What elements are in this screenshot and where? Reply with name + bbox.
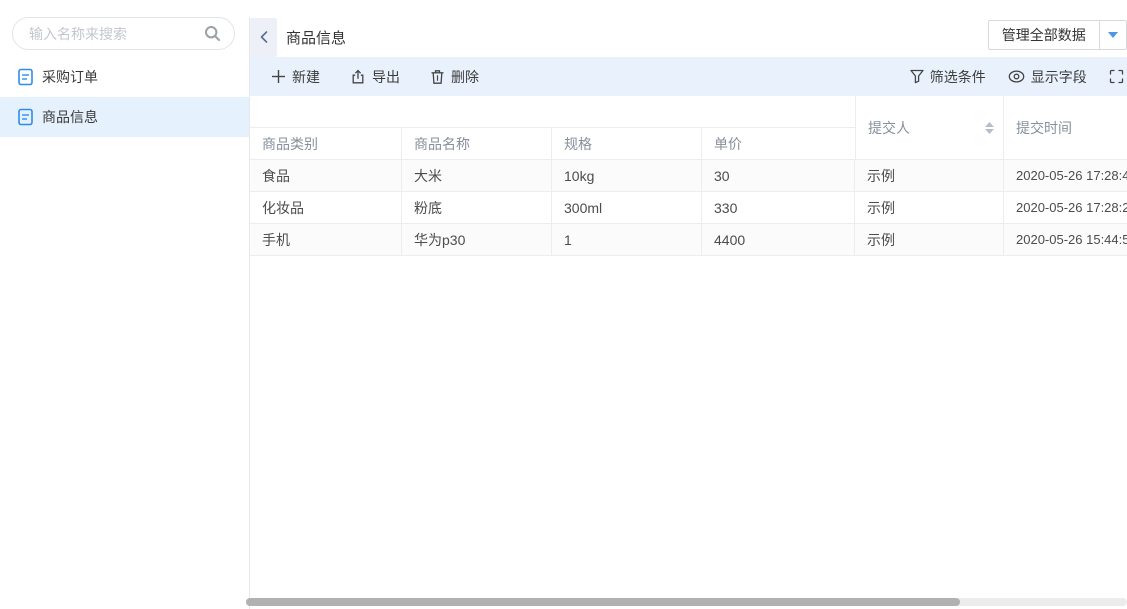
trash-icon (430, 69, 445, 85)
cell-submit-time: 2020-05-26 15:44:59 (1004, 224, 1127, 255)
filter-button-label: 筛选条件 (930, 67, 986, 87)
column-header-category: 商品类别 (250, 127, 402, 160)
cell-submit-time: 2020-05-26 17:28:26 (1004, 192, 1127, 223)
table-row[interactable]: 食品 大米 10kg 30 示例 2020-05-26 17:28:49 (250, 160, 1127, 192)
table-header: 商品类别 商品名称 规格 单价 提交人 提交时间 (250, 96, 1127, 160)
new-button-label: 新建 (292, 67, 320, 87)
page-title: 商品信息 (286, 27, 346, 48)
sidebar-search (12, 17, 235, 50)
column-header-submit-time: 提交时间 (1004, 96, 1127, 160)
cell-price: 330 (702, 192, 855, 223)
column-header-name: 商品名称 (402, 127, 552, 160)
sort-icon[interactable] (985, 122, 994, 134)
fields-button[interactable]: 显示字段 (1008, 67, 1087, 87)
caret-down-icon[interactable] (1099, 21, 1126, 49)
export-button-label: 导出 (372, 67, 400, 87)
toolbar: 新建 导出 删除 筛选条件 显示 (250, 57, 1127, 96)
cell-spec: 1 (552, 224, 702, 255)
cell-spec: 10kg (552, 160, 702, 191)
search-icon[interactable] (203, 24, 222, 43)
export-button[interactable]: 导出 (350, 67, 400, 87)
sidebar-item-label: 采购订单 (42, 67, 98, 87)
cell-submitter: 示例 (855, 192, 1004, 223)
cell-name: 粉底 (402, 192, 552, 223)
cell-category: 化妆品 (250, 192, 402, 223)
table-row[interactable]: 化妆品 粉底 300ml 330 示例 2020-05-26 17:28:26 (250, 192, 1127, 224)
cell-name: 大米 (402, 160, 552, 191)
column-header-spec: 规格 (552, 127, 702, 160)
page-header: 商品信息 管理全部数据 (250, 17, 1127, 57)
file-text-icon (17, 68, 34, 86)
scope-dropdown-label: 管理全部数据 (989, 21, 1099, 49)
cell-price: 4400 (702, 224, 855, 255)
cell-category: 食品 (250, 160, 402, 191)
cell-spec: 300ml (552, 192, 702, 223)
column-header-price: 单价 (702, 127, 855, 160)
new-button[interactable]: 新建 (271, 67, 320, 87)
plus-icon (271, 69, 286, 84)
file-text-icon (17, 108, 34, 126)
upload-icon (350, 69, 366, 85)
sidebar: 采购订单 商品信息 (0, 0, 250, 609)
cell-category: 手机 (250, 224, 402, 255)
cell-name: 华为p30 (402, 224, 552, 255)
eye-icon (1008, 70, 1025, 83)
table-body: 食品 大米 10kg 30 示例 2020-05-26 17:28:49 化妆品… (250, 160, 1127, 256)
sidebar-nav: 采购订单 商品信息 (0, 57, 250, 137)
scope-dropdown-button[interactable]: 管理全部数据 (988, 20, 1127, 50)
delete-button[interactable]: 删除 (430, 67, 479, 87)
search-input[interactable] (12, 17, 235, 50)
sidebar-item-product-info[interactable]: 商品信息 (0, 97, 250, 137)
cell-submitter: 示例 (855, 160, 1004, 191)
cell-submit-time: 2020-05-26 17:28:49 (1004, 160, 1127, 191)
delete-button-label: 删除 (451, 67, 479, 87)
back-button[interactable] (250, 18, 277, 57)
column-header-submitter: 提交人 (855, 96, 1004, 160)
main-area: 商品信息 管理全部数据 新建 导出 删除 (250, 0, 1127, 609)
horizontal-scrollbar-track[interactable] (246, 598, 1127, 606)
funnel-icon (910, 69, 924, 84)
expand-corners-icon (1109, 69, 1124, 84)
chevron-left-icon (258, 30, 270, 44)
sidebar-item-purchase-orders[interactable]: 采购订单 (0, 57, 250, 97)
filter-button[interactable]: 筛选条件 (910, 67, 986, 87)
toolbar-right: 筛选条件 显示字段 (910, 67, 1127, 87)
horizontal-scrollbar-thumb[interactable] (246, 598, 960, 606)
table-row[interactable]: 手机 华为p30 1 4400 示例 2020-05-26 15:44:59 (250, 224, 1127, 256)
fullscreen-button[interactable] (1109, 69, 1124, 84)
fields-button-label: 显示字段 (1031, 67, 1087, 87)
cell-price: 30 (702, 160, 855, 191)
cell-submitter: 示例 (855, 224, 1004, 255)
sidebar-item-label: 商品信息 (42, 107, 98, 127)
